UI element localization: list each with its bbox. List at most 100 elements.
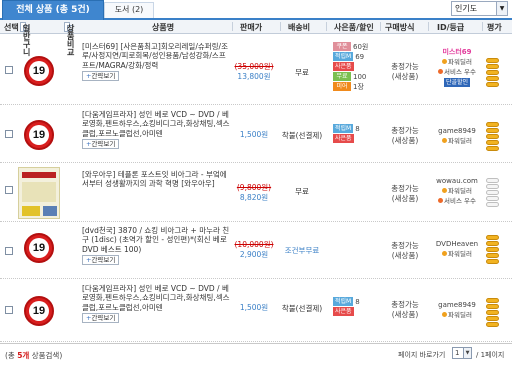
benefit-value: 8: [355, 298, 360, 306]
col-benefit: 사은품/할인: [334, 23, 374, 32]
row-checkbox[interactable]: [5, 306, 13, 314]
seller-name-link[interactable]: game8949: [432, 126, 482, 136]
total-count: 5개: [17, 351, 30, 360]
tab-all-products[interactable]: 전체 상품 (총 5건): [2, 0, 104, 20]
product-cell: [미스터69] [사은품최고]회오리레일/슈퍼링/조루/사정지연/피로회복/성인…: [82, 42, 232, 82]
purchase-status: 총정가능 (새상품): [382, 126, 428, 146]
detail-view-button[interactable]: +간략보기: [82, 71, 120, 82]
total-prefix: (총: [5, 351, 18, 360]
adult-19-icon: 19: [24, 120, 54, 150]
tab-bar: 전체 상품 (총 5건) 도서 (2) 인기도 ▼: [0, 0, 512, 20]
chevron-down-icon: ▼: [463, 348, 471, 358]
original-price: (9,800원): [236, 183, 272, 192]
grade-label: 파워딜러: [448, 250, 472, 258]
product-title-link[interactable]: [다움게임프라자] 성인 베로 VCD ~ DVD / 베로영화,펜트하우스,쇼…: [82, 284, 232, 312]
grade-power: 파워딜러: [432, 186, 482, 196]
rating-bars: [486, 122, 500, 152]
sort-select-value: 인기도: [455, 4, 478, 13]
benefit-item: 미어 1장: [333, 82, 368, 92]
product-title-link[interactable]: [미스터69] [사은품최고]회오리레일/슈퍼링/조루/사정지연/피로회복/성인…: [82, 42, 232, 70]
detail-view-label: 간략보기: [91, 314, 116, 323]
page-jump-label: 페이지 바로가기: [398, 351, 446, 359]
col-seller: ID/등급: [437, 23, 465, 32]
seller-cell: game8949 파워딜러: [432, 126, 482, 146]
row-checkbox[interactable]: [5, 130, 13, 138]
page-select[interactable]: 1 ▼: [452, 347, 472, 359]
sale-price: 13,800원: [237, 72, 271, 81]
gift-tag: 사은품: [333, 307, 354, 316]
seller-name-link[interactable]: game8949: [432, 300, 482, 310]
medal-icon: [438, 198, 444, 203]
benefit-item: 적립M 69: [333, 52, 368, 62]
adult-badge-text: 19: [29, 301, 49, 321]
shipping-fee: 조건부무료: [284, 246, 320, 255]
seller-name-link[interactable]: DVDHeaven: [432, 239, 482, 249]
sort-select[interactable]: 인기도 ▼: [451, 1, 508, 16]
medal-icon: [438, 69, 444, 74]
grade-label: 파워딜러: [448, 187, 472, 195]
status-line: 총정가능: [391, 62, 419, 71]
shipping-fee: 착불(선결제): [281, 304, 323, 313]
row-checkbox[interactable]: [5, 66, 13, 74]
col-divider: [280, 22, 281, 31]
grade-service: 서비스 우수: [432, 67, 482, 77]
seller-name-link[interactable]: wowau.com: [432, 176, 482, 186]
detail-view-button[interactable]: +간략보기: [82, 139, 120, 150]
product-title-link[interactable]: [다움게임프라자] 성인 베로 VCD ~ DVD / 베로영화,펜트하우스,쇼…: [82, 110, 232, 138]
original-price: (10,000원): [234, 240, 274, 249]
medal-icon: [442, 138, 448, 143]
seller-cell: 미스터69 파워딜러 서비스 우수 단골할인: [432, 47, 482, 87]
row-checkbox[interactable]: [5, 186, 13, 194]
seller-cell: wowau.com 파워딜러 서비스 우수: [432, 176, 482, 206]
tab-books[interactable]: 도서 (2): [104, 2, 154, 18]
table-row: 19 [미스터69] [사은품최고]회오리레일/슈퍼링/조루/사정지연/피로회복…: [0, 35, 512, 105]
shipping-fee: 무료: [295, 68, 309, 77]
medal-icon: [442, 59, 448, 64]
detail-view-label: 간략보기: [91, 140, 116, 149]
grade-label: 파워딜러: [448, 58, 472, 66]
benefit-item: 사은품: [333, 307, 360, 317]
point-tag: 적립M: [333, 124, 354, 133]
sale-price: 1,500원: [239, 130, 269, 139]
col-price: 판매가: [240, 23, 263, 32]
detail-view-label: 간략보기: [91, 256, 116, 265]
price-cell: (10,000원) 2,900원: [232, 240, 276, 260]
grade-service: 서비스 우수: [432, 196, 482, 206]
seller-name-link[interactable]: 미스터69: [432, 47, 482, 57]
free-tag: 무료: [333, 72, 351, 81]
product-thumbnail[interactable]: [18, 167, 60, 219]
grade-power: 파워딜러: [432, 249, 482, 259]
purchase-status: 총정가능 (새상품): [382, 300, 428, 320]
benefit-item: 적립M 8: [333, 297, 360, 307]
price-cell: (9,800원) 8,820원: [232, 183, 276, 203]
grade-label: 파워딜러: [448, 311, 472, 319]
page-total: / 1페이지: [476, 351, 505, 359]
benefit-item: 사은품: [333, 134, 360, 144]
rating-bars: [486, 298, 500, 328]
vip-discount-badge: 단골할인: [443, 78, 471, 87]
adult-19-icon: 19: [24, 56, 54, 86]
product-title-link[interactable]: [와우아우] 테플론 포스트잇 비아그라 - 부엌에서부터 성생활까지의 과학 …: [82, 170, 232, 189]
row-checkbox[interactable]: [5, 247, 13, 255]
benefit-item: 적립M 8: [333, 124, 360, 134]
compare-button[interactable]: 상품비교: [64, 22, 74, 57]
search-result-count: (총 5개 상품검색): [5, 350, 62, 361]
product-title-link[interactable]: [dvd천국] 3870 / 쇼킹 비아그라 + 마누라 친구 (1disc) …: [82, 226, 232, 254]
gift-tag: 사은품: [333, 62, 354, 71]
price-cell: 1,500원: [232, 303, 276, 313]
benefit-item: 사은품: [333, 62, 368, 72]
adult-badge-text: 19: [29, 238, 49, 258]
coupon-tag: 쿠폰: [333, 42, 351, 51]
grade-label: 파워딜러: [448, 137, 472, 145]
medal-icon: [442, 312, 448, 317]
cart-button[interactable]: 일반구니: [20, 22, 30, 57]
chevron-down-icon: ▼: [496, 2, 507, 15]
status-condition: (새상품): [391, 136, 419, 145]
col-rating: 평가: [487, 23, 502, 32]
detail-view-button[interactable]: +간략보기: [82, 313, 120, 324]
adult-badge-text: 19: [29, 61, 49, 81]
purchase-status: 총정가능 (새상품): [382, 241, 428, 261]
benefit-value: 1장: [353, 83, 364, 91]
grade-power: 파워딜러: [432, 57, 482, 67]
detail-view-button[interactable]: +간략보기: [82, 255, 120, 266]
